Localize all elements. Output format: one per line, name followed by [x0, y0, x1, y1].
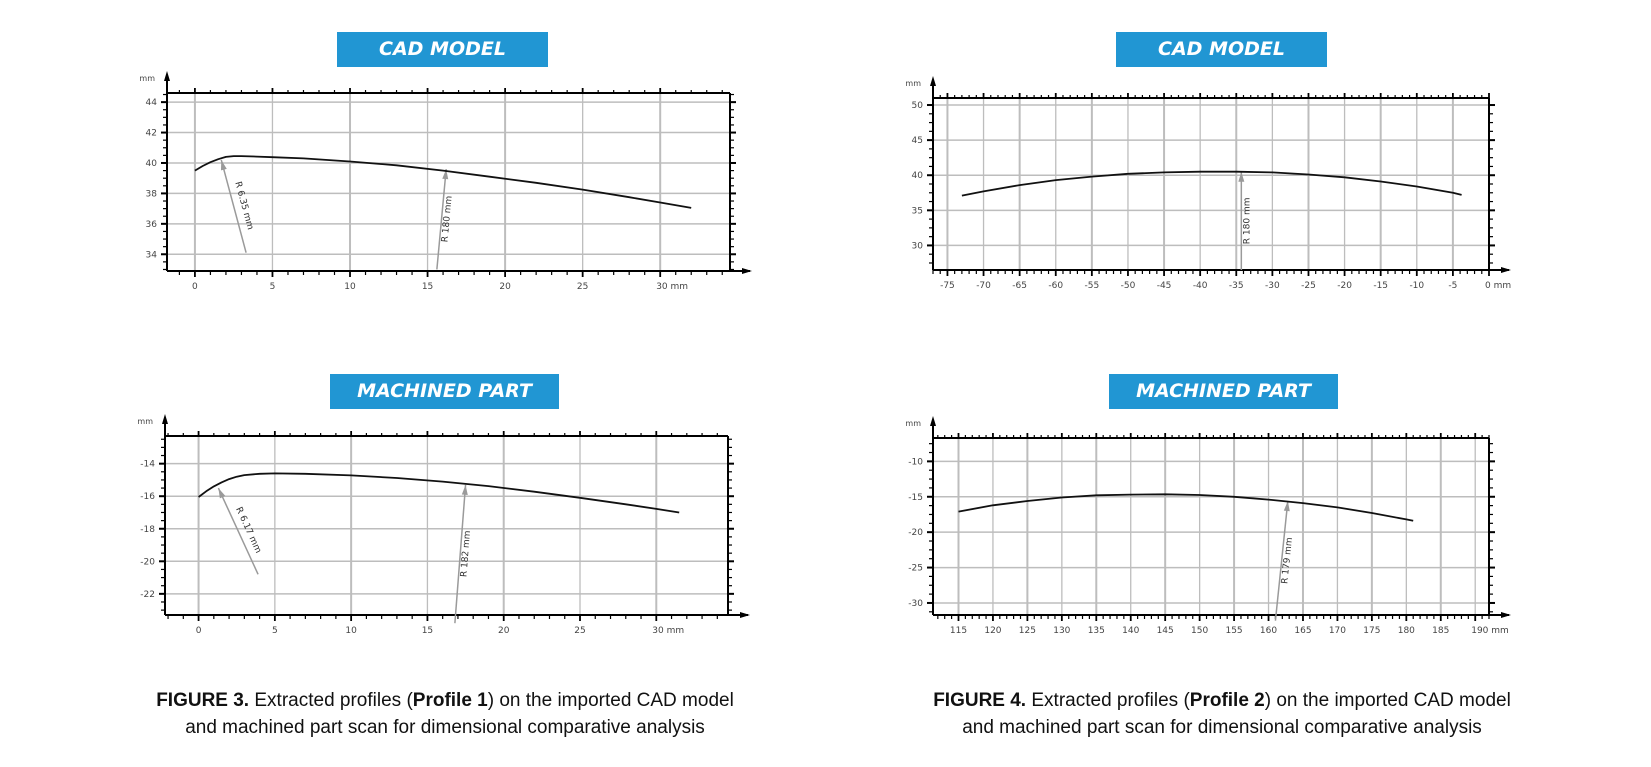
y-tick-label: -20 [908, 528, 923, 538]
figure-4-caption-line2: and machined part scan for dimensional c… [962, 717, 1482, 738]
y-axis-arrow [930, 416, 936, 426]
figure-3-caption-pre: Extracted profiles ( [249, 690, 413, 711]
figure-4-caption: FIGURE 4. Extracted profiles (Profile 2)… [872, 687, 1572, 741]
figure-3-profile: Profile 1 [412, 690, 488, 711]
x-tick-label: 155 [1225, 626, 1242, 636]
y-axis-unit-label: mm [905, 419, 921, 428]
y-tick-label: -15 [908, 493, 923, 503]
y-tick-label: -10 [908, 457, 923, 467]
x-tick-label: 175 [1363, 626, 1380, 636]
x-tick-label: 165 [1294, 626, 1311, 636]
y-tick-label: -25 [908, 564, 923, 574]
x-tick-label: 170 [1329, 626, 1346, 636]
x-tick-label: 185 [1432, 626, 1449, 636]
x-tick-label: 120 [984, 626, 1001, 636]
chart-fig4-machined-part: 115 120 125 130 135 140 145 150 155 160 165 170 175 1… [905, 416, 1511, 636]
x-tick-label: 140 [1122, 626, 1139, 636]
figure-4-caption-post: ) on the imported CAD model [1264, 690, 1511, 711]
x-tick-label: 190 mm [1471, 626, 1509, 636]
x-tick-label: 115 [950, 626, 967, 636]
x-tick-label: 130 [1053, 626, 1070, 636]
figure-3-caption-line2: and machined part scan for dimensional c… [185, 717, 705, 738]
y-tick-label: -30 [908, 599, 923, 609]
x-tick-label: 180 [1398, 626, 1415, 636]
x-tick-label: 125 [1019, 626, 1036, 636]
x-axis-arrow [1501, 612, 1511, 618]
figure-3-label: FIGURE 3. [156, 690, 250, 711]
radius-annotation: R 179 mm [1280, 537, 1295, 584]
figure-3-caption: FIGURE 3. Extracted profiles (Profile 1)… [95, 687, 795, 741]
figure-3-caption-post: ) on the imported CAD model [487, 690, 734, 711]
figure-4-caption-pre: Extracted profiles ( [1026, 690, 1190, 711]
x-tick-label: 160 [1260, 626, 1277, 636]
x-tick-label: 145 [1157, 626, 1174, 636]
x-tick-label: 150 [1191, 626, 1208, 636]
figure-4-profile: Profile 2 [1189, 690, 1265, 711]
x-tick-label: 135 [1088, 626, 1105, 636]
figure-4-label: FIGURE 4. [933, 690, 1027, 711]
